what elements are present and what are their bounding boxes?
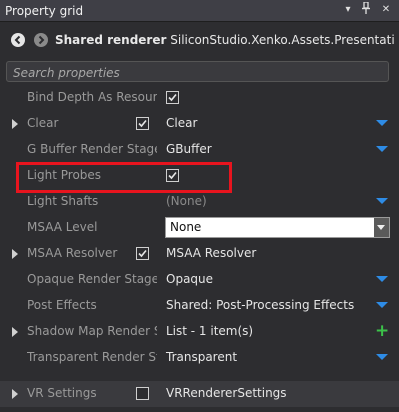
chevron-down-icon[interactable]	[374, 218, 389, 237]
property-name: Light Shafts	[27, 194, 99, 208]
property-name: G Buffer Render Stage	[27, 142, 157, 156]
property-value: GBuffer	[166, 142, 212, 156]
property-name: Shadow Map Render S...	[27, 324, 157, 338]
property-checkbox[interactable]	[136, 247, 149, 260]
back-button[interactable]	[11, 33, 25, 47]
select-value: None	[170, 220, 202, 234]
property-row-opaque-stage[interactable]: Opaque Render Stage Opaque	[0, 267, 399, 293]
search-input[interactable]	[11, 62, 385, 83]
property-row-gbuffer[interactable]: G Buffer Render Stage GBuffer	[0, 137, 399, 163]
property-row-shadow-map[interactable]: Shadow Map Render S... List - 1 item(s) …	[0, 319, 399, 345]
property-checkbox[interactable]	[136, 387, 149, 400]
property-value: Opaque	[166, 272, 214, 286]
dropdown-arrow-icon[interactable]	[376, 146, 388, 152]
property-checkbox[interactable]	[166, 169, 179, 182]
object-name: Shared renderer	[55, 33, 167, 47]
property-value: List - 1 item(s)	[166, 324, 254, 338]
property-name: Post Effects	[27, 298, 97, 312]
property-row-light-shafts[interactable]: Light Shafts (None)	[0, 189, 399, 215]
expand-arrow-icon[interactable]	[12, 327, 18, 337]
expand-arrow-icon[interactable]	[12, 389, 18, 399]
property-row-msaa-level[interactable]: MSAA Level None	[0, 215, 399, 241]
property-value: Shared: Post-Processing Effects	[166, 298, 355, 312]
property-name: Transparent Render St...	[27, 350, 157, 364]
property-checkbox[interactable]	[136, 117, 149, 130]
property-row-light-probes[interactable]: Light Probes	[0, 163, 399, 189]
property-name: Opaque Render Stage	[27, 272, 157, 286]
dropdown-arrow-icon[interactable]	[376, 354, 388, 360]
property-name: MSAA Level	[27, 220, 98, 234]
dropdown-arrow-icon[interactable]	[376, 198, 388, 204]
msaa-level-select[interactable]: None	[165, 217, 390, 238]
property-value: (None)	[166, 194, 207, 208]
panel-titlebar: Property grid ▾ ✕	[0, 0, 399, 22]
arrow-left-icon	[14, 35, 21, 45]
property-name: Light Probes	[27, 168, 102, 182]
expand-arrow-icon[interactable]	[12, 119, 18, 129]
check-icon	[168, 93, 177, 102]
dropdown-arrow-icon[interactable]	[376, 276, 388, 282]
pin-icon[interactable]	[358, 1, 374, 18]
property-row-post-effects[interactable]: Post Effects Shared: Post-Processing Eff…	[0, 293, 399, 319]
property-value: VRRendererSettings	[166, 386, 287, 400]
property-row-vr-settings[interactable]: VR Settings VRRendererSettings	[0, 381, 399, 407]
property-checkbox[interactable]	[166, 91, 179, 104]
property-value: Transparent	[166, 350, 238, 364]
arrow-right-icon	[38, 35, 45, 45]
object-toolbar: Shared renderer SiliconStudio.Xenko.Asse…	[0, 23, 399, 59]
property-row-transparent-stage[interactable]: Transparent Render St... Transparent	[0, 345, 399, 371]
dropdown-menu-icon[interactable]: ▾	[340, 2, 356, 18]
selected-object-label: Shared renderer SiliconStudio.Xenko.Asse…	[55, 33, 395, 47]
dropdown-arrow-icon[interactable]	[376, 120, 388, 126]
expand-arrow-icon[interactable]	[12, 249, 18, 259]
dropdown-arrow-icon[interactable]	[376, 302, 388, 308]
property-row-msaa-resolver[interactable]: MSAA Resolver MSAA Resolver	[0, 241, 399, 267]
object-type: SiliconStudio.Xenko.Assets.Presentation.…	[170, 33, 395, 47]
check-icon	[138, 249, 147, 258]
forward-button[interactable]	[34, 33, 48, 47]
property-row-clear[interactable]: Clear Clear	[0, 111, 399, 137]
check-icon	[168, 171, 177, 180]
property-row-bind-depth[interactable]: Bind Depth As Resourc...	[0, 85, 399, 111]
check-icon	[138, 119, 147, 128]
property-value: Clear	[166, 116, 198, 130]
search-box	[6, 61, 389, 83]
property-name: Bind Depth As Resourc...	[27, 90, 157, 104]
property-value: MSAA Resolver	[166, 246, 257, 260]
add-item-icon[interactable]: +	[375, 323, 389, 340]
close-icon[interactable]: ✕	[378, 2, 394, 18]
panel-title: Property grid	[5, 4, 84, 18]
